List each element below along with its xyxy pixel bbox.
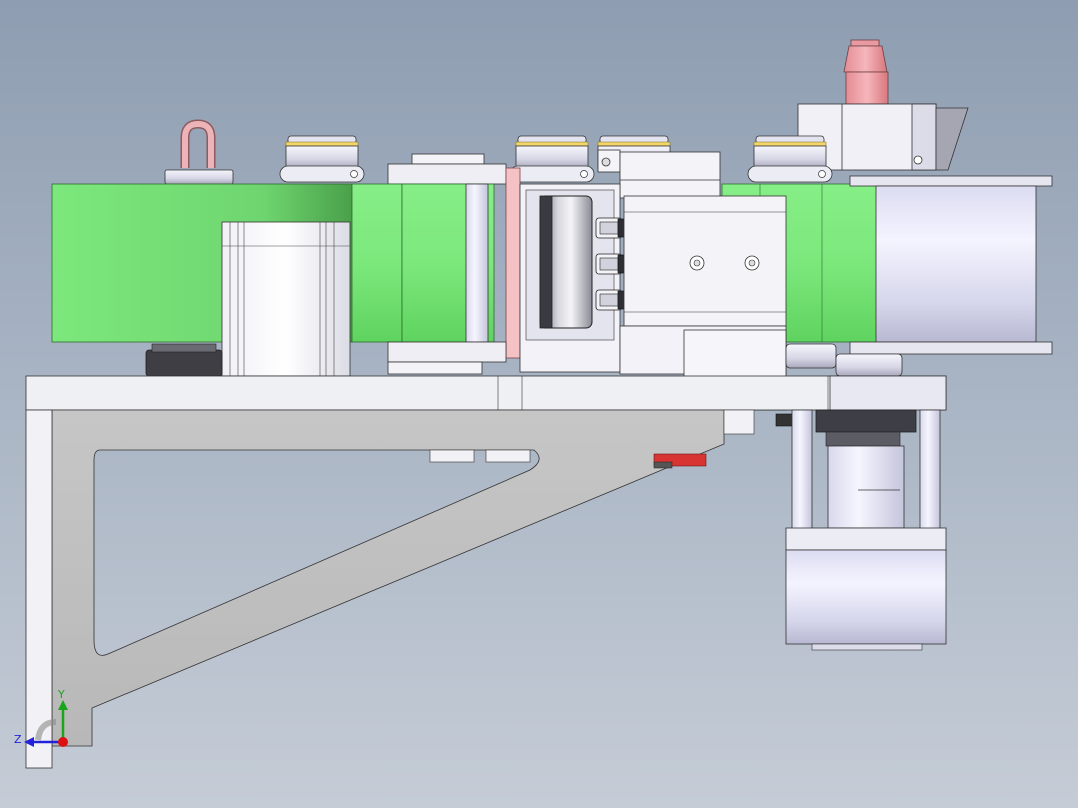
z-axis-label: Z [14, 733, 22, 746]
assembly-side-view [25, 39, 1053, 769]
air-fitting[interactable] [595, 217, 627, 239]
guide-rod-left[interactable] [791, 409, 813, 531]
idler-roller[interactable] [509, 135, 595, 183]
x-axis-dot [58, 737, 68, 747]
pressure-wheel[interactable] [539, 195, 593, 329]
clamp-block-bottom[interactable] [387, 341, 507, 375]
air-fitting[interactable] [595, 289, 627, 311]
coupling[interactable] [827, 445, 905, 529]
y-axis-label: Y [58, 688, 65, 701]
guide-post[interactable] [465, 183, 489, 343]
cad-viewport[interactable]: Y Z [0, 0, 1078, 808]
guide-rod-right[interactable] [919, 409, 941, 531]
pneumatic-cylinder[interactable] [623, 195, 787, 327]
eye-bolt[interactable] [164, 119, 234, 185]
pink-guide-plate[interactable] [505, 167, 521, 359]
tape-drum[interactable] [849, 175, 1053, 355]
y-axis-head [58, 700, 68, 710]
actuator-motor[interactable] [785, 527, 947, 651]
idler-roller[interactable] [747, 135, 833, 183]
drive-roller[interactable] [145, 343, 223, 377]
stepper-motor[interactable] [221, 221, 351, 377]
z-axis-head [24, 737, 34, 747]
base-plate[interactable] [25, 375, 947, 411]
idler-roller[interactable] [279, 135, 365, 183]
nozzle[interactable] [843, 39, 889, 105]
axis-triad [24, 700, 68, 747]
support-bracket[interactable] [25, 409, 725, 769]
clamp-block-top[interactable] [387, 153, 507, 185]
air-fitting[interactable] [595, 253, 627, 275]
